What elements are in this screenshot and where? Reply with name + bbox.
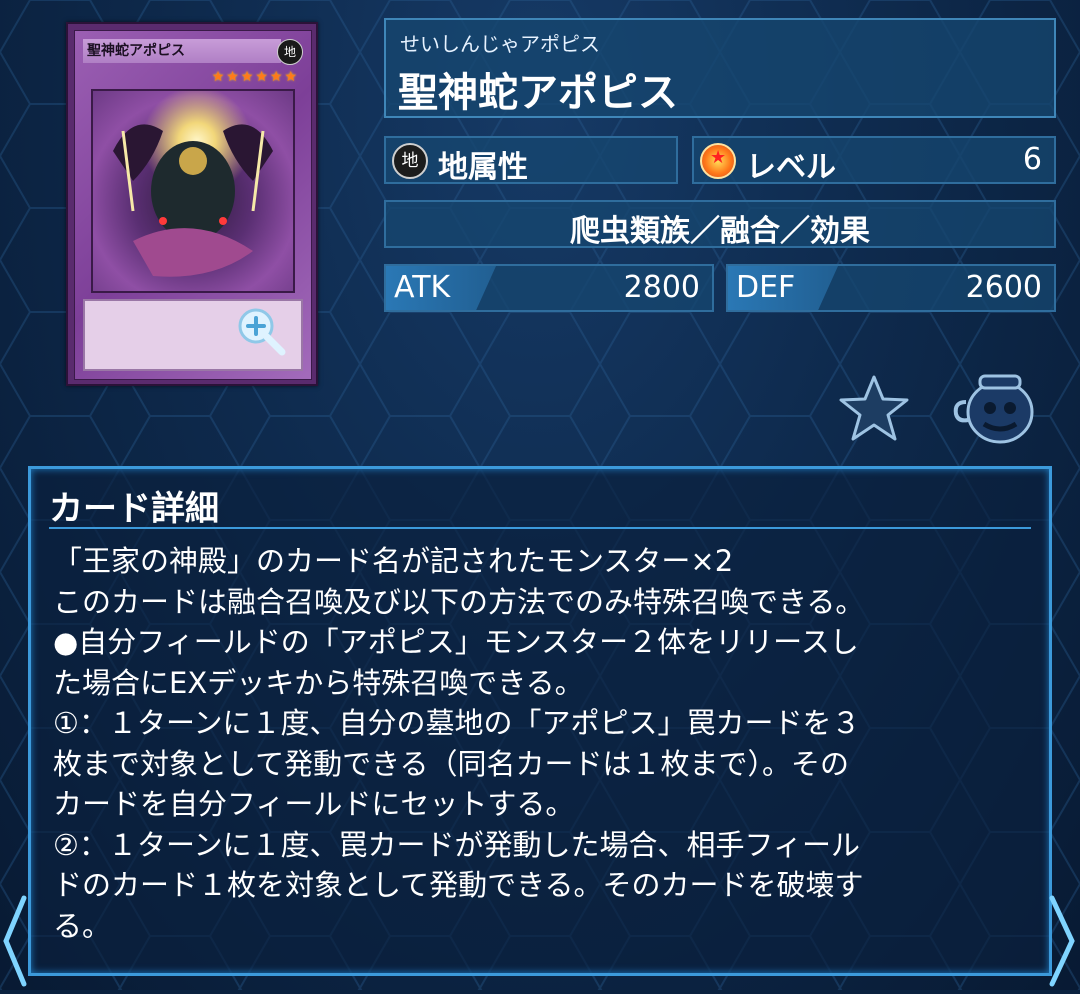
atk-label: ATK xyxy=(394,270,451,305)
def-value: 2600 xyxy=(965,270,1042,305)
divider xyxy=(49,527,1031,529)
card-name: 聖神蛇アポピス xyxy=(398,70,678,116)
def-label: DEF xyxy=(736,270,796,305)
card-name-panel: せいしんじゃアポピス 聖神蛇アポピス xyxy=(384,18,1056,118)
card-image-attribute: 地 xyxy=(277,39,303,65)
monster-type: 爬虫類族／融合／効果 xyxy=(570,214,870,249)
star-icon[interactable] xyxy=(838,374,910,442)
zoom-in-icon[interactable] xyxy=(234,304,290,360)
card-detail-panel[interactable]: カード詳細 「王家の神殿」のカード名が記されたモンスター×2 このカードは融合召… xyxy=(28,466,1052,976)
card-artwork xyxy=(91,89,295,293)
attribute-panel: 地 地属性 xyxy=(384,136,678,185)
def-label-box: DEF xyxy=(728,266,838,310)
card-detail-title: カード詳細 xyxy=(49,489,219,529)
def-panel: DEF 2600 xyxy=(726,264,1056,312)
level-panel: ★ レベル 6 xyxy=(692,136,1056,185)
chevron-right-icon[interactable] xyxy=(1044,892,1080,990)
level-star-icon: ★ xyxy=(700,143,736,179)
level-label: レベル xyxy=(746,150,836,185)
atk-value: 2800 xyxy=(623,270,700,305)
chevron-left-icon[interactable] xyxy=(0,892,28,990)
level-value: 6 xyxy=(1022,142,1042,177)
card-image-stars: ★★★★★★ xyxy=(211,69,299,85)
type-panel: 爬虫類族／融合／効果 xyxy=(384,200,1056,249)
card-effect-text: 「王家の神殿」のカード名が記されたモンスター×2 このカードは融合召喚及び以下の… xyxy=(53,544,865,943)
atk-panel: ATK 2800 xyxy=(384,264,714,312)
attribute-label: 地属性 xyxy=(438,150,528,185)
earth-attribute-icon: 地 xyxy=(392,143,428,179)
card-image-name: 聖神蛇アポピス xyxy=(83,39,281,63)
card-name-reading: せいしんじゃアポピス xyxy=(400,32,600,56)
jar-icon[interactable] xyxy=(952,372,1038,444)
atk-label-box: ATK xyxy=(386,266,496,310)
